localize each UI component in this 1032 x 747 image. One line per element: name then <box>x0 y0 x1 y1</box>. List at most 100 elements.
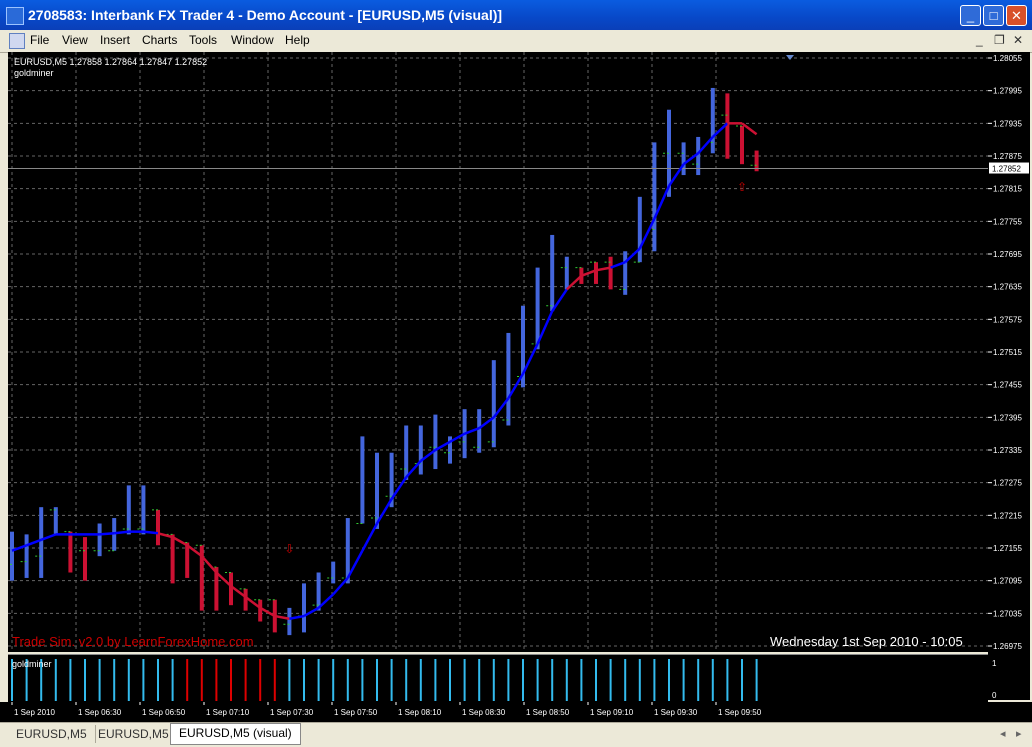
price-bar <box>594 262 598 284</box>
moving-average-segment <box>667 163 685 187</box>
price-tick-label: 1.27155 <box>993 544 1022 553</box>
moving-average-segment <box>420 448 437 462</box>
price-bar <box>608 256 613 290</box>
price-tick-label: 1.27335 <box>993 446 1022 455</box>
indicator-panel[interactable]: goldminer <box>8 654 988 703</box>
document-icon[interactable] <box>9 33 25 49</box>
mdi-restore-button[interactable]: ❐ <box>994 33 1005 47</box>
menu-insert[interactable]: Insert <box>100 33 130 47</box>
price-bar <box>535 267 540 350</box>
tab-scroll-left-icon[interactable]: ◂ <box>1000 727 1006 740</box>
moving-average-segment <box>697 136 714 155</box>
moving-average-segment <box>624 247 641 264</box>
price-axis: 1.28055 1.27995 1.27935 1.27875 1.27815 1.277… <box>988 52 1030 700</box>
price-tick-label: 1.27215 <box>993 511 1022 520</box>
price-bar <box>229 572 233 606</box>
time-axis: 1 Sep 2010 1 Sep 06:30 1 Sep 06:50 1 Sep 07… <box>0 702 1032 722</box>
time-tick-label: 1 Sep 06:50 <box>142 708 186 717</box>
moving-average-segment <box>99 532 115 536</box>
indicator-scale-label: 1 <box>992 659 997 668</box>
price-bar <box>243 588 248 611</box>
moving-average-segment <box>478 416 495 430</box>
mdi-minimize-button[interactable]: _ <box>976 33 983 47</box>
price-bar <box>696 136 701 176</box>
menu-charts[interactable]: Charts <box>142 33 177 47</box>
price-bar <box>97 523 102 557</box>
moving-average-segment <box>259 606 276 618</box>
menu-window[interactable]: Window <box>231 33 274 47</box>
indicator-panel-label: goldminer <box>12 659 52 669</box>
app-icon <box>6 7 24 25</box>
menu-view[interactable]: View <box>62 33 88 47</box>
price-bar <box>740 126 744 165</box>
time-axis-svg: 1 Sep 2010 1 Sep 06:30 1 Sep 06:50 1 Sep 07… <box>11 702 762 717</box>
moving-average-segment <box>157 532 173 539</box>
moving-average-segment <box>244 595 261 609</box>
price-bar <box>564 256 569 290</box>
price-bar <box>433 414 438 470</box>
price-tick-label: 1.27695 <box>993 250 1022 259</box>
price-bar <box>375 452 379 529</box>
price-tick-label: 1.27995 <box>993 87 1022 96</box>
close-button[interactable]: ✕ <box>1006 5 1027 26</box>
price-bar <box>550 234 555 312</box>
mdi-close-button[interactable]: ✕ <box>1013 33 1023 47</box>
price-bar <box>302 583 306 633</box>
tab-eurusd-m5-1[interactable]: EURUSD,M5 <box>8 725 96 743</box>
price-tick-label: 1.27455 <box>993 381 1022 390</box>
price-bar <box>39 507 44 578</box>
price-bar <box>287 607 292 636</box>
moving-average-segment <box>40 533 57 542</box>
price-tick-label: 1.27275 <box>993 479 1022 488</box>
moving-average-segment <box>521 343 539 375</box>
moving-average-segment <box>536 310 554 345</box>
watermark-label: Trade Sim. v2.0 by LearnForexHome.com <box>12 634 254 649</box>
price-bar <box>418 425 423 475</box>
time-tick-label: 1 Sep 07:50 <box>334 708 378 717</box>
price-chart[interactable]: ⇩ ⇧ EURUSD,M5 1.27858 1.27864 1.27847 1.2… <box>6 52 988 652</box>
current-price-label: 1.27852 <box>992 165 1021 174</box>
indicator-panel-svg: goldminer <box>11 659 758 701</box>
moving-average-segment <box>303 606 320 618</box>
tab-eurusd-m5-2[interactable]: EURUSD,M5 <box>90 725 178 743</box>
moving-average-segment <box>595 266 611 272</box>
time-tick-label: 1 Sep 09:30 <box>654 708 698 717</box>
price-tick-label: 1.27515 <box>993 348 1022 357</box>
moving-average-segment <box>405 460 422 479</box>
moving-average-segment <box>171 536 188 547</box>
price-bar <box>404 425 409 480</box>
moving-average-segment <box>449 432 466 443</box>
price-tick-label: 1.27875 <box>993 152 1022 161</box>
moving-average-segment <box>580 269 597 277</box>
time-tick-label: 1 Sep 07:30 <box>270 708 314 717</box>
moving-average-segment <box>565 274 583 291</box>
price-bar <box>53 507 58 535</box>
price-tick-label: 1.26975 <box>993 642 1022 651</box>
price-bar <box>258 599 263 622</box>
menu-help[interactable]: Help <box>285 33 310 47</box>
shift-marker-icon[interactable] <box>786 55 794 60</box>
price-bar <box>491 360 496 448</box>
moving-average-segment <box>507 373 525 399</box>
tab-eurusd-m5-visual[interactable]: EURUSD,M5 (visual) <box>170 723 301 745</box>
moving-average-segment <box>361 522 379 552</box>
indicator-name-label: goldminer <box>14 68 54 78</box>
price-bar <box>141 485 146 535</box>
moving-average-segment <box>274 614 290 621</box>
price-tick-label: 1.27635 <box>993 283 1022 292</box>
moving-average-segment <box>375 498 393 525</box>
maximize-button[interactable]: □ <box>983 5 1004 26</box>
menu-tools[interactable]: Tools <box>189 33 217 47</box>
tab-scroll-right-icon[interactable]: ▸ <box>1016 727 1022 740</box>
minimize-button[interactable]: _ <box>960 5 981 26</box>
moving-average-segment <box>434 440 451 452</box>
price-bar <box>24 534 29 578</box>
title-bar: 2708583: Interbank FX Trader 4 - Demo Ac… <box>0 0 1032 30</box>
price-tick-label: 1.28055 <box>993 54 1022 63</box>
price-tick-label: 1.27575 <box>993 315 1022 324</box>
menu-file[interactable]: File <box>30 33 49 47</box>
moving-average-segment <box>464 427 480 435</box>
window-title: 2708583: Interbank FX Trader 4 - Demo Ac… <box>28 7 503 23</box>
price-tick-label: 1.27035 <box>993 609 1022 618</box>
moving-average-segment <box>492 397 510 419</box>
